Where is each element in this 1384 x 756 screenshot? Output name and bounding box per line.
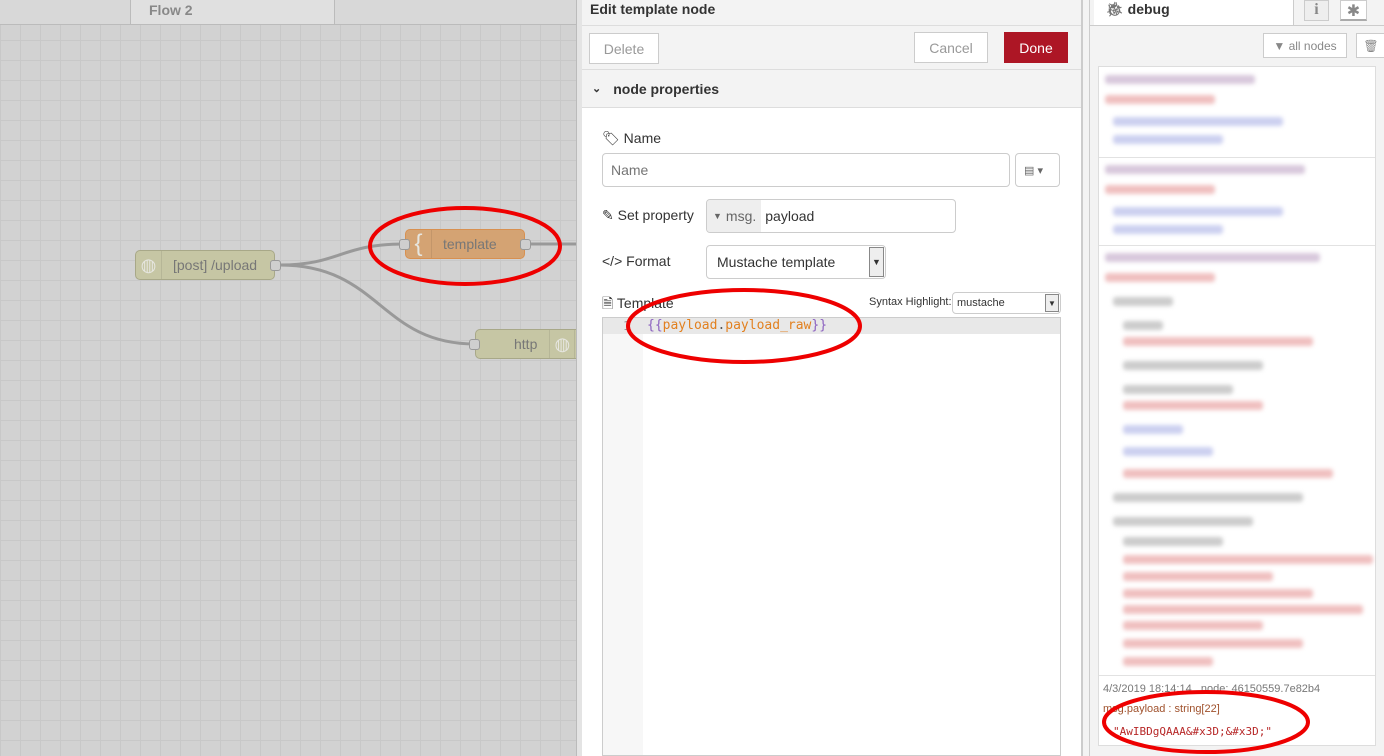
debug-sidebar: 🐞︎ debug i ✱ ▼ all nodes 🗑 4/3/2019 18:1… [1090, 0, 1384, 756]
syntax-value: mustache [957, 297, 1005, 309]
node-label: [post] /upload [173, 257, 258, 273]
bug-icon: ✱ [1346, 3, 1361, 20]
wire[interactable] [279, 263, 476, 346]
edit-tray: Edit template node Delete Cancel Done ⌄ … [582, 0, 1082, 756]
code-icon: </> [602, 253, 623, 269]
gutter [603, 318, 643, 755]
template-node[interactable]: { template [399, 229, 531, 259]
syntax-select[interactable]: mustache ▼ [952, 292, 1061, 314]
caret-down-icon: ▼ [713, 211, 722, 221]
input-port[interactable] [399, 239, 410, 250]
node-label: http [514, 336, 538, 352]
tag-icon: 🏷 [602, 130, 620, 146]
output-port[interactable] [270, 260, 281, 271]
line-number: 1 [623, 319, 631, 333]
format-label: </> Format [602, 253, 671, 269]
filter-all-nodes-button[interactable]: ▼ all nodes [1263, 33, 1347, 58]
tray-title: Edit template node [582, 0, 1081, 26]
template-label: 🗎 Template [602, 295, 674, 311]
node-properties-section[interactable]: ⌄ node properties [582, 70, 1081, 108]
property-type-select[interactable]: ▼ msg. [707, 200, 762, 232]
debug-message-topic: msg.payload : string[22] [1103, 703, 1220, 715]
http-in-node[interactable]: ◍ [post] /upload [135, 250, 281, 280]
sidebar-resize-handle[interactable] [1082, 0, 1090, 756]
format-value: Mustache template [717, 254, 836, 270]
filter-icon: ▼ [1273, 38, 1286, 53]
property-value: payload [765, 208, 815, 224]
debug-message-meta: 4/3/2019 18:14:14 node: 46150559.7e82b4 [1103, 683, 1321, 695]
info-tab-button[interactable]: i [1304, 0, 1329, 21]
property-input[interactable]: ▼ msg. payload [706, 199, 956, 233]
http-response-node[interactable]: http ◍ [469, 329, 576, 359]
section-label: node properties [613, 80, 720, 97]
wires [279, 242, 576, 346]
clear-debug-button[interactable]: 🗑 [1356, 33, 1384, 58]
done-button[interactable]: Done [1004, 32, 1068, 63]
tray-toolbar: Delete Cancel Done [582, 26, 1081, 70]
code-line: {{payload.payload_raw}} [647, 318, 828, 333]
format-select[interactable]: Mustache template ▼ [706, 245, 886, 279]
cancel-button[interactable]: Cancel [914, 32, 988, 63]
debug-tab-button[interactable]: ✱ [1340, 0, 1367, 21]
input-port[interactable] [469, 339, 480, 350]
trash-icon: 🗑 [1363, 38, 1379, 53]
output-port[interactable] [520, 239, 531, 250]
edit-icon: ✎ [602, 207, 614, 223]
chevron-down-icon: ⌄ [592, 83, 602, 95]
name-library-button[interactable]: ▤ ▾ [1015, 153, 1060, 187]
wire[interactable] [279, 242, 406, 267]
file-code-icon: 🗎 [602, 295, 614, 311]
syntax-highlight-label: Syntax Highlight: [869, 296, 952, 308]
delete-button[interactable]: Delete [589, 33, 659, 64]
tab-debug[interactable]: 🐞︎ debug [1094, 0, 1294, 25]
info-icon: i [1314, 1, 1319, 18]
bug-icon: 🐞︎ [1106, 1, 1124, 17]
book-icon: ▤ ▾ [1024, 164, 1043, 177]
debug-message-value: "AwIBDgQAAA&#x3D;&#x3D;" [1113, 725, 1272, 738]
caret-down-icon: ▼ [1045, 294, 1059, 312]
globe-icon: ◍ [549, 330, 576, 358]
debug-node-link[interactable]: node: 46150559.7e82b4 [1201, 683, 1320, 695]
template-code-editor[interactable]: 1 {{payload.payload_raw}} [602, 317, 1061, 756]
flow-canvas[interactable]: Flow 2 ◍ [post] /upload { template http … [0, 0, 576, 756]
set-property-label: ✎ Set property [602, 207, 694, 223]
name-input[interactable] [602, 153, 1010, 187]
node-label: template [443, 236, 497, 252]
name-label: 🏷 Name [602, 130, 662, 146]
caret-down-icon: ▼ [869, 247, 884, 277]
debug-message-list[interactable]: 4/3/2019 18:14:14 node: 46150559.7e82b4 … [1098, 66, 1376, 746]
globe-icon: ◍ [136, 251, 162, 279]
